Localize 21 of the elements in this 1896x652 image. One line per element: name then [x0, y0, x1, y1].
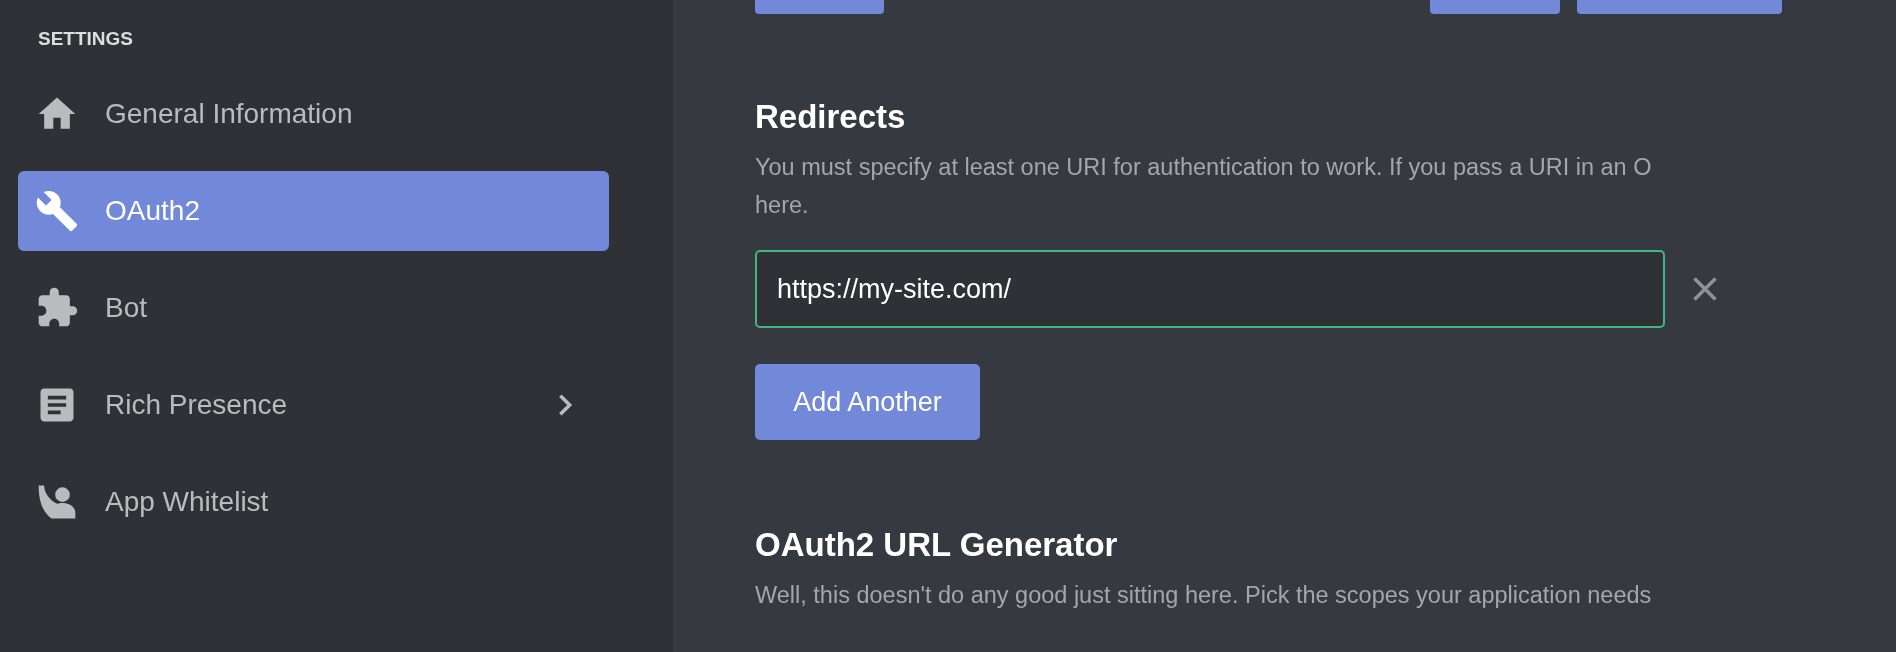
sidebar-item-label: App Whitelist — [105, 486, 270, 518]
wrench-icon — [35, 189, 79, 233]
section-description: here. — [755, 191, 810, 220]
section-description: You must specify at least one URI for authentication to work. If you pass a URI in an O — [755, 153, 1653, 182]
sidebar-heading: SETTINGS — [38, 28, 133, 50]
button[interactable] — [1577, 0, 1782, 14]
sidebar-item-label: OAuth2 — [105, 195, 201, 227]
sidebar-item-label: General Information — [105, 98, 354, 130]
section-title: Redirects — [755, 98, 906, 136]
section-description: Well, this doesn't do any good just sitting here. Pick the scopes your application needs — [755, 581, 1653, 610]
section-title: OAuth2 URL Generator — [755, 526, 1118, 564]
button[interactable] — [1430, 0, 1560, 14]
sidebar-item[interactable]: App Whitelist — [18, 462, 609, 542]
sidebar-item[interactable]: Rich Presence — [18, 365, 609, 445]
sidebar-item[interactable]: Bot — [18, 268, 609, 348]
sidebar-item-label: Bot — [105, 292, 149, 324]
sidebar-item[interactable]: General Information — [18, 74, 609, 154]
sidebar-item-label: Rich Presence — [105, 389, 289, 421]
close-icon[interactable] — [1691, 275, 1719, 303]
redirect-uri-field[interactable]: https://my-site.com/ — [755, 250, 1665, 328]
button[interactable] — [755, 0, 884, 14]
